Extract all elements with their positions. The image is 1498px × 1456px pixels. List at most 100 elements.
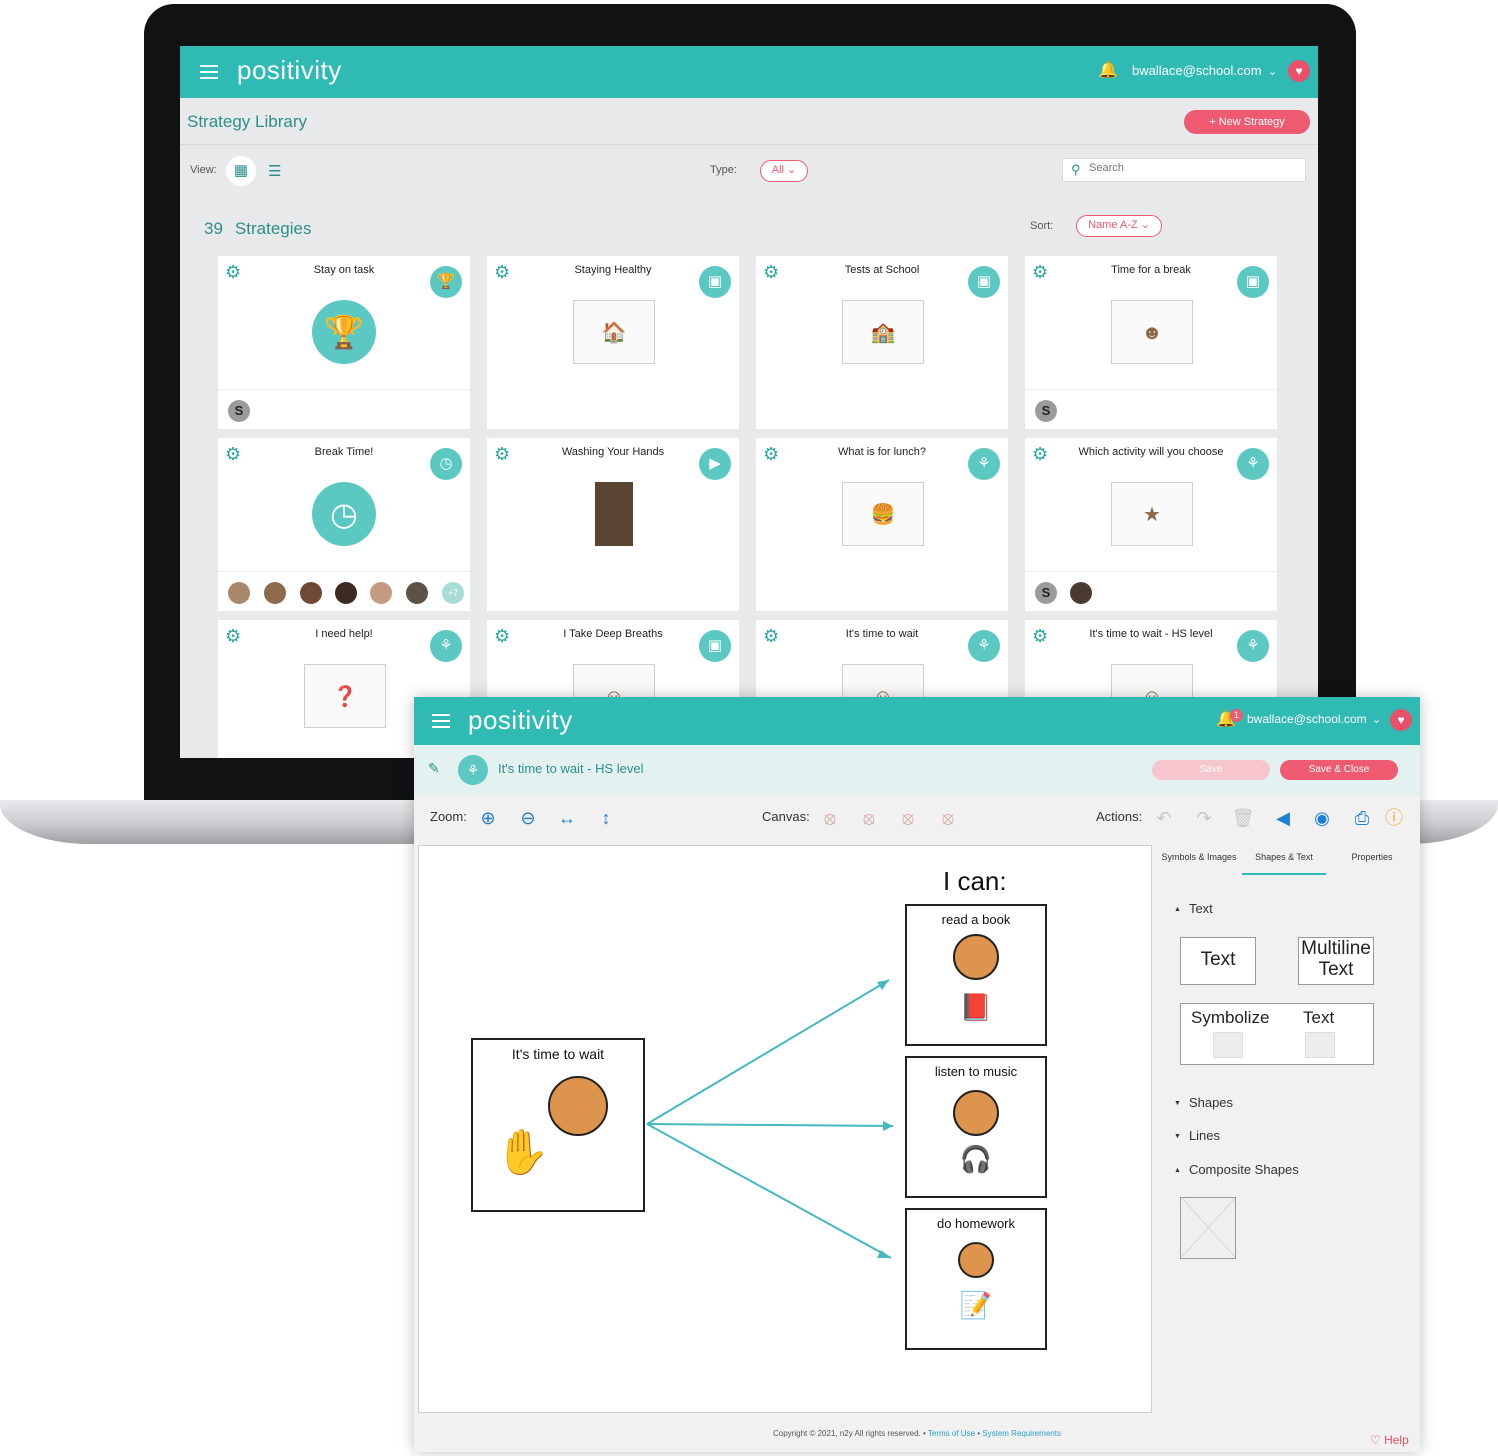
search-box[interactable]: ⚲ xyxy=(1062,158,1306,182)
strategy-card[interactable]: ⚙ Which activity will you choose ⚘ ★ S xyxy=(1025,438,1277,611)
more-avatars-badge[interactable]: +7 xyxy=(442,582,464,604)
tab-properties[interactable]: Properties xyxy=(1326,849,1418,875)
save-close-button[interactable]: Save & Close xyxy=(1280,760,1398,780)
choice-symbol-card[interactable]: read a book 📕 xyxy=(905,904,1047,1046)
strategy-card[interactable]: ⚙ Tests at School ▣ 🏫 xyxy=(756,256,1008,429)
strategy-card[interactable]: ⚙ Time for a break ▣ ☻ S xyxy=(1025,256,1277,429)
heart-icon[interactable]: ♥ xyxy=(1390,709,1412,731)
gear-icon[interactable]: ⚙ xyxy=(494,262,510,283)
menu-icon[interactable] xyxy=(432,714,450,728)
help-icon[interactable]: ⓘ xyxy=(1380,804,1408,832)
section-shapes[interactable]: ▼ Shapes xyxy=(1174,1095,1233,1110)
save-button[interactable]: Save xyxy=(1152,760,1270,780)
grid-view-icon[interactable]: ▦ xyxy=(226,156,256,186)
gear-icon[interactable]: ⚙ xyxy=(763,444,779,465)
menu-icon[interactable] xyxy=(200,65,218,79)
image-placeholder-icon xyxy=(1181,1197,1235,1258)
card-title: It's time to wait - HS level xyxy=(1089,628,1213,640)
canvas-clear-icon[interactable]: ⦻ xyxy=(894,804,922,832)
strategy-card[interactable]: ⚙ Break Time! ◷ ◷ +7 xyxy=(218,438,470,611)
tool-label: Symbolize xyxy=(1191,1008,1270,1027)
list-view-icon[interactable]: ☰ xyxy=(268,162,281,180)
image-placeholder-icon xyxy=(1305,1032,1335,1058)
gear-icon[interactable]: ⚙ xyxy=(225,626,241,647)
avatar xyxy=(335,582,357,604)
system-requirements-link[interactable]: System Requirements xyxy=(982,1429,1061,1438)
gear-icon[interactable]: ⚙ xyxy=(1032,262,1048,283)
choice-symbol-card[interactable]: do homework 📝 xyxy=(905,1208,1047,1350)
zoom-out-icon[interactable]: ⊖ xyxy=(514,804,542,832)
card-title: Tests at School xyxy=(844,264,920,276)
user-email[interactable]: bwallace@school.com xyxy=(1247,712,1367,726)
delete-icon[interactable]: 🗑 xyxy=(1229,804,1257,832)
chevron-down-icon[interactable]: ⌄ xyxy=(1372,713,1381,726)
section-composite-shapes[interactable]: ▲ Composite Shapes xyxy=(1174,1162,1299,1177)
symbol-label: It's time to wait xyxy=(511,1046,605,1062)
strategy-card[interactable]: ⚙ Staying Healthy ▣ 🏠 xyxy=(487,256,739,429)
bell-icon[interactable]: 🔔 xyxy=(1098,60,1118,80)
gear-icon[interactable]: ⚙ xyxy=(763,262,779,283)
preview-eye-icon[interactable]: ◉ xyxy=(1308,804,1336,832)
gear-icon[interactable]: ⚙ xyxy=(1032,626,1048,647)
speaker-icon[interactable]: ◀ xyxy=(1269,804,1297,832)
pencil-icon[interactable]: ✎ xyxy=(428,760,440,777)
multiline-text-tool[interactable]: Multiline Text xyxy=(1298,937,1374,985)
choice-board-icon: ⚘ xyxy=(458,755,488,785)
student-face-icon xyxy=(958,1242,994,1278)
symbol-label: do homework xyxy=(936,1216,1016,1231)
text-tool[interactable]: Text xyxy=(1180,937,1256,985)
search-input[interactable] xyxy=(1089,162,1289,174)
heart-icon[interactable]: ♥ xyxy=(1288,60,1310,82)
choice-board-icon: ⚘ xyxy=(430,630,462,662)
canvas-copy-icon[interactable]: ⦻ xyxy=(816,804,844,832)
image-placeholder-icon xyxy=(1213,1032,1243,1058)
fit-width-icon[interactable]: ↔ xyxy=(553,804,581,832)
strategy-card[interactable]: ⚙ Washing Your Hands ▶ xyxy=(487,438,739,611)
canvas-image-icon[interactable]: ⦻ xyxy=(934,804,962,832)
sort-select[interactable]: Name A-Z ⌄ xyxy=(1076,215,1162,237)
canvas-heading[interactable]: I can: xyxy=(943,866,1007,897)
tab-symbols-images[interactable]: Symbols & Images xyxy=(1156,849,1242,875)
gear-icon[interactable]: ⚙ xyxy=(494,626,510,647)
print-icon[interactable]: ⎙ xyxy=(1348,804,1376,832)
image-icon: ▣ xyxy=(1237,266,1269,298)
help-link[interactable]: ♡ Help xyxy=(1370,1433,1409,1447)
chevron-down-icon[interactable]: ⌄ xyxy=(1268,65,1277,78)
stop-hand-icon: ✋ xyxy=(495,1128,550,1177)
strategy-card[interactable]: ⚙ Stay on task 🏆 🏆 S xyxy=(218,256,470,429)
avatar xyxy=(1070,582,1092,604)
gear-icon[interactable]: ⚙ xyxy=(763,626,779,647)
gear-icon[interactable]: ⚙ xyxy=(1032,444,1048,465)
gear-icon[interactable]: ⚙ xyxy=(225,262,241,283)
gear-icon[interactable]: ⚙ xyxy=(225,444,241,465)
terms-link[interactable]: Terms of Use xyxy=(928,1429,975,1438)
trophy-icon: 🏆 xyxy=(312,300,376,364)
strategy-card[interactable]: ⚙ What is for lunch? ⚘ 🍔 xyxy=(756,438,1008,611)
strategy-title[interactable]: It's time to wait - HS level xyxy=(498,761,644,776)
avatar: S xyxy=(1035,582,1057,604)
tool-label: Text xyxy=(1303,1008,1335,1027)
card-title: Which activity will you choose xyxy=(1078,446,1224,458)
zoom-in-icon[interactable]: ⊕ xyxy=(474,804,502,832)
card-title: I need help! xyxy=(315,628,373,640)
avatar xyxy=(370,582,392,604)
canvas-paste-icon[interactable]: ⦻ xyxy=(855,804,883,832)
symbolize-text-tool[interactable]: Symbolize Text xyxy=(1180,1003,1374,1065)
fit-height-icon[interactable]: ↕ xyxy=(592,804,620,832)
card-title: I Take Deep Breaths xyxy=(563,628,663,640)
choice-symbol-card[interactable]: listen to music 🎧 xyxy=(905,1056,1047,1198)
tab-shapes-text[interactable]: Shapes & Text xyxy=(1242,849,1326,875)
undo-icon[interactable]: ↶ xyxy=(1150,804,1178,832)
redo-icon[interactable]: ↷ xyxy=(1190,804,1218,832)
type-select[interactable]: All ⌄ xyxy=(760,160,808,182)
user-email[interactable]: bwallace@school.com xyxy=(1132,63,1262,78)
editor-canvas[interactable]: I can: It's time to wait ✋ read a book 📕… xyxy=(418,845,1152,1413)
section-text[interactable]: ▲ Text xyxy=(1174,901,1213,916)
gear-icon[interactable]: ⚙ xyxy=(494,444,510,465)
actions-label: Actions: xyxy=(1096,809,1143,824)
card-footer: S xyxy=(218,389,470,429)
composite-shape-thumbnail[interactable] xyxy=(1180,1197,1236,1259)
new-strategy-button[interactable]: + New Strategy xyxy=(1184,110,1310,134)
section-lines[interactable]: ▼ Lines xyxy=(1174,1128,1220,1143)
source-symbol-card[interactable]: It's time to wait ✋ xyxy=(471,1038,645,1212)
